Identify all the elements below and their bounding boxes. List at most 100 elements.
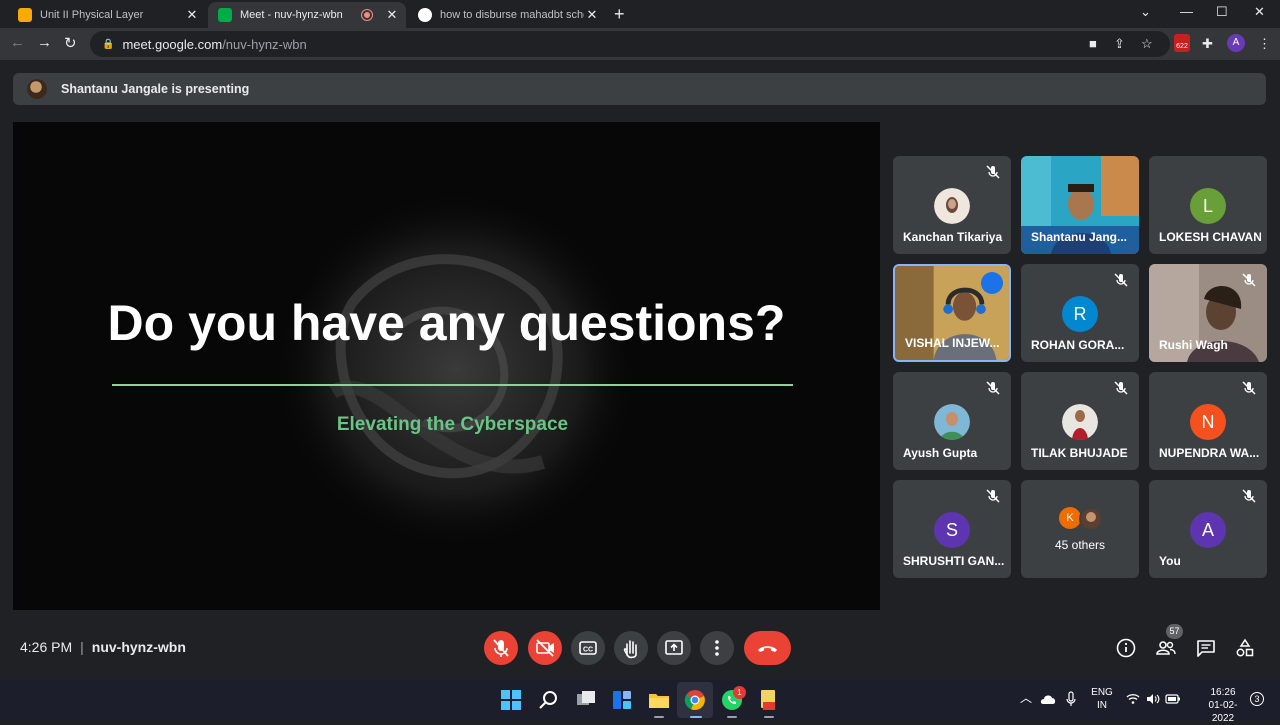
search-icon[interactable] [537, 688, 561, 712]
activities-icon[interactable] [1234, 637, 1256, 659]
wifi-icon[interactable] [1126, 693, 1140, 705]
whatsapp-badge: 1 [733, 686, 746, 699]
participant-name: SHRUSHTI GAN... [903, 554, 1005, 568]
close-tab-icon[interactable]: ✕ [584, 7, 600, 23]
volume-icon[interactable] [1146, 693, 1160, 705]
participant-initial-avatar: L [1190, 188, 1226, 224]
notification-count-badge[interactable]: 3 [1250, 692, 1264, 706]
show-hidden-icons-icon[interactable]: ︿ [1020, 692, 1032, 705]
tab-google-search[interactable]: how to disburse mahadbt scholar ✕ [408, 2, 606, 28]
meeting-time: 4:26 PM [20, 639, 73, 655]
tab-search-icon[interactable]: ⌄ [1140, 4, 1151, 20]
camera-in-use-icon[interactable]: ■ [1089, 36, 1097, 51]
participant-tile-rohan[interactable]: R ROHAN GORA... [1021, 264, 1139, 362]
sticky-app-icon[interactable] [757, 688, 781, 712]
battery-icon[interactable] [1165, 693, 1181, 705]
recording-indicator-icon [362, 10, 372, 20]
more-vertical-icon [715, 640, 719, 656]
mic-off-icon [986, 165, 1000, 179]
browser-menu-icon[interactable]: ⋮ [1258, 36, 1271, 52]
presenting-banner: Shantanu Jangale is presenting [13, 73, 1266, 105]
participant-tile-tilak[interactable]: TILAK BHUJADE [1021, 372, 1139, 470]
mic-off-icon [493, 639, 509, 657]
participant-tile-ayush[interactable]: Ayush Gupta [893, 372, 1011, 470]
profile-avatar[interactable]: A [1227, 34, 1245, 52]
camera-toggle-button[interactable] [528, 631, 562, 665]
participant-tile-shrushti[interactable]: S SHRUSHTI GAN... [893, 480, 1011, 578]
chat-icon[interactable] [1195, 637, 1217, 659]
svg-text:CC: CC [583, 647, 593, 654]
back-icon[interactable]: ← [10, 34, 25, 51]
participant-name: VISHAL INJEW... [905, 336, 1000, 350]
participant-tile-shantanu[interactable]: Shantanu Jang... [1021, 156, 1139, 254]
participant-tile-others[interactable]: K 45 others [1021, 480, 1139, 578]
moodle-favicon-icon [18, 8, 32, 22]
participant-tile-nupendra[interactable]: N NUPENDRA WA... [1149, 372, 1267, 470]
presentation-stage[interactable]: Do you have any questions? Elevating the… [13, 122, 880, 610]
file-explorer-icon[interactable] [647, 688, 671, 712]
microphone-in-use-icon[interactable] [1065, 691, 1077, 707]
mic-off-icon [1242, 273, 1256, 287]
chrome-icon[interactable] [683, 688, 707, 712]
widgets-icon[interactable] [610, 688, 634, 712]
participant-name: Rushi Wagh [1159, 338, 1228, 352]
extensions-puzzle-icon[interactable]: ✚ [1202, 36, 1213, 52]
raise-hand-button[interactable] [614, 631, 648, 665]
share-icon[interactable]: ⇪ [1114, 36, 1125, 52]
presenter-avatar [27, 79, 47, 99]
system-clock[interactable]: 16:26 01-02-2022 [1198, 686, 1248, 725]
meet-favicon-icon [218, 8, 232, 22]
present-screen-button[interactable] [657, 631, 691, 665]
participant-initial-avatar: S [934, 512, 970, 548]
more-options-button[interactable] [700, 631, 734, 665]
maximize-icon[interactable]: ☐ [1216, 4, 1228, 20]
people-count-badge: 57 [1166, 624, 1183, 639]
new-tab-icon[interactable]: + [614, 4, 625, 25]
participant-name: Kanchan Tikariya [903, 230, 1003, 244]
participant-tile-rushi[interactable]: Rushi Wagh [1149, 264, 1267, 362]
active-indicator [690, 716, 702, 718]
participant-tile-kanchan[interactable]: Kanchan Tikariya [893, 156, 1011, 254]
close-window-icon[interactable]: ✕ [1254, 4, 1265, 20]
address-bar[interactable]: 🔒 meet.google.com/nuv-hynz-wbn [90, 31, 1170, 57]
bookmark-star-icon[interactable]: ☆ [1141, 36, 1153, 52]
running-indicator [654, 716, 664, 718]
url-host: meet.google.com [122, 36, 223, 52]
participant-photo [934, 404, 970, 440]
participant-name: NUPENDRA WA... [1159, 446, 1260, 460]
close-tab-icon[interactable]: ✕ [384, 7, 400, 23]
others-count-label: 45 others [1054, 538, 1106, 552]
onedrive-cloud-icon[interactable] [1040, 693, 1056, 705]
tab-meet[interactable]: Meet - nuv-hynz-wbn ✕ [208, 2, 406, 28]
language-indicator[interactable]: ENG IN [1090, 686, 1114, 712]
minimize-icon[interactable]: — [1180, 4, 1193, 19]
others-initial-avatar: K [1059, 507, 1081, 529]
windows-start-icon[interactable] [499, 688, 523, 712]
slide-subtitle: Elevating the Cyberspace [336, 414, 569, 435]
tab-title: how to disburse mahadbt scholar [440, 9, 584, 21]
participant-photo [934, 188, 970, 224]
reload-icon[interactable]: ↻ [64, 34, 77, 52]
task-view-icon[interactable] [574, 688, 598, 712]
leave-call-button[interactable] [744, 631, 791, 665]
close-tab-icon[interactable]: ✕ [184, 7, 200, 23]
participant-initial-avatar: N [1190, 404, 1226, 440]
extension-badge-icon[interactable]: 622 [1174, 34, 1190, 52]
captions-button[interactable]: CC [571, 631, 605, 665]
participant-tile-vishal[interactable]: VISHAL INJEW... [893, 264, 1011, 362]
lock-icon: 🔒 [102, 38, 115, 50]
hand-icon [623, 640, 637, 659]
people-icon[interactable] [1155, 637, 1177, 659]
tab-unit-ii[interactable]: Unit II Physical Layer ✕ [8, 2, 206, 28]
forward-icon[interactable]: → [37, 34, 52, 51]
participant-tile-you[interactable]: A You [1149, 480, 1267, 578]
mic-off-icon [1114, 381, 1128, 395]
mic-toggle-button[interactable] [484, 631, 518, 665]
present-screen-icon [665, 640, 683, 655]
clock-time: 16:26 [1210, 687, 1236, 698]
browser-tab-strip: Unit II Physical Layer ✕ Meet - nuv-hynz… [0, 0, 1280, 28]
participant-name: Shantanu Jang... [1031, 230, 1128, 244]
language-code: ENG [1091, 687, 1113, 698]
participant-tile-lokesh[interactable]: L LOKESH CHAVAN [1149, 156, 1267, 254]
meeting-info-icon[interactable] [1115, 637, 1137, 659]
